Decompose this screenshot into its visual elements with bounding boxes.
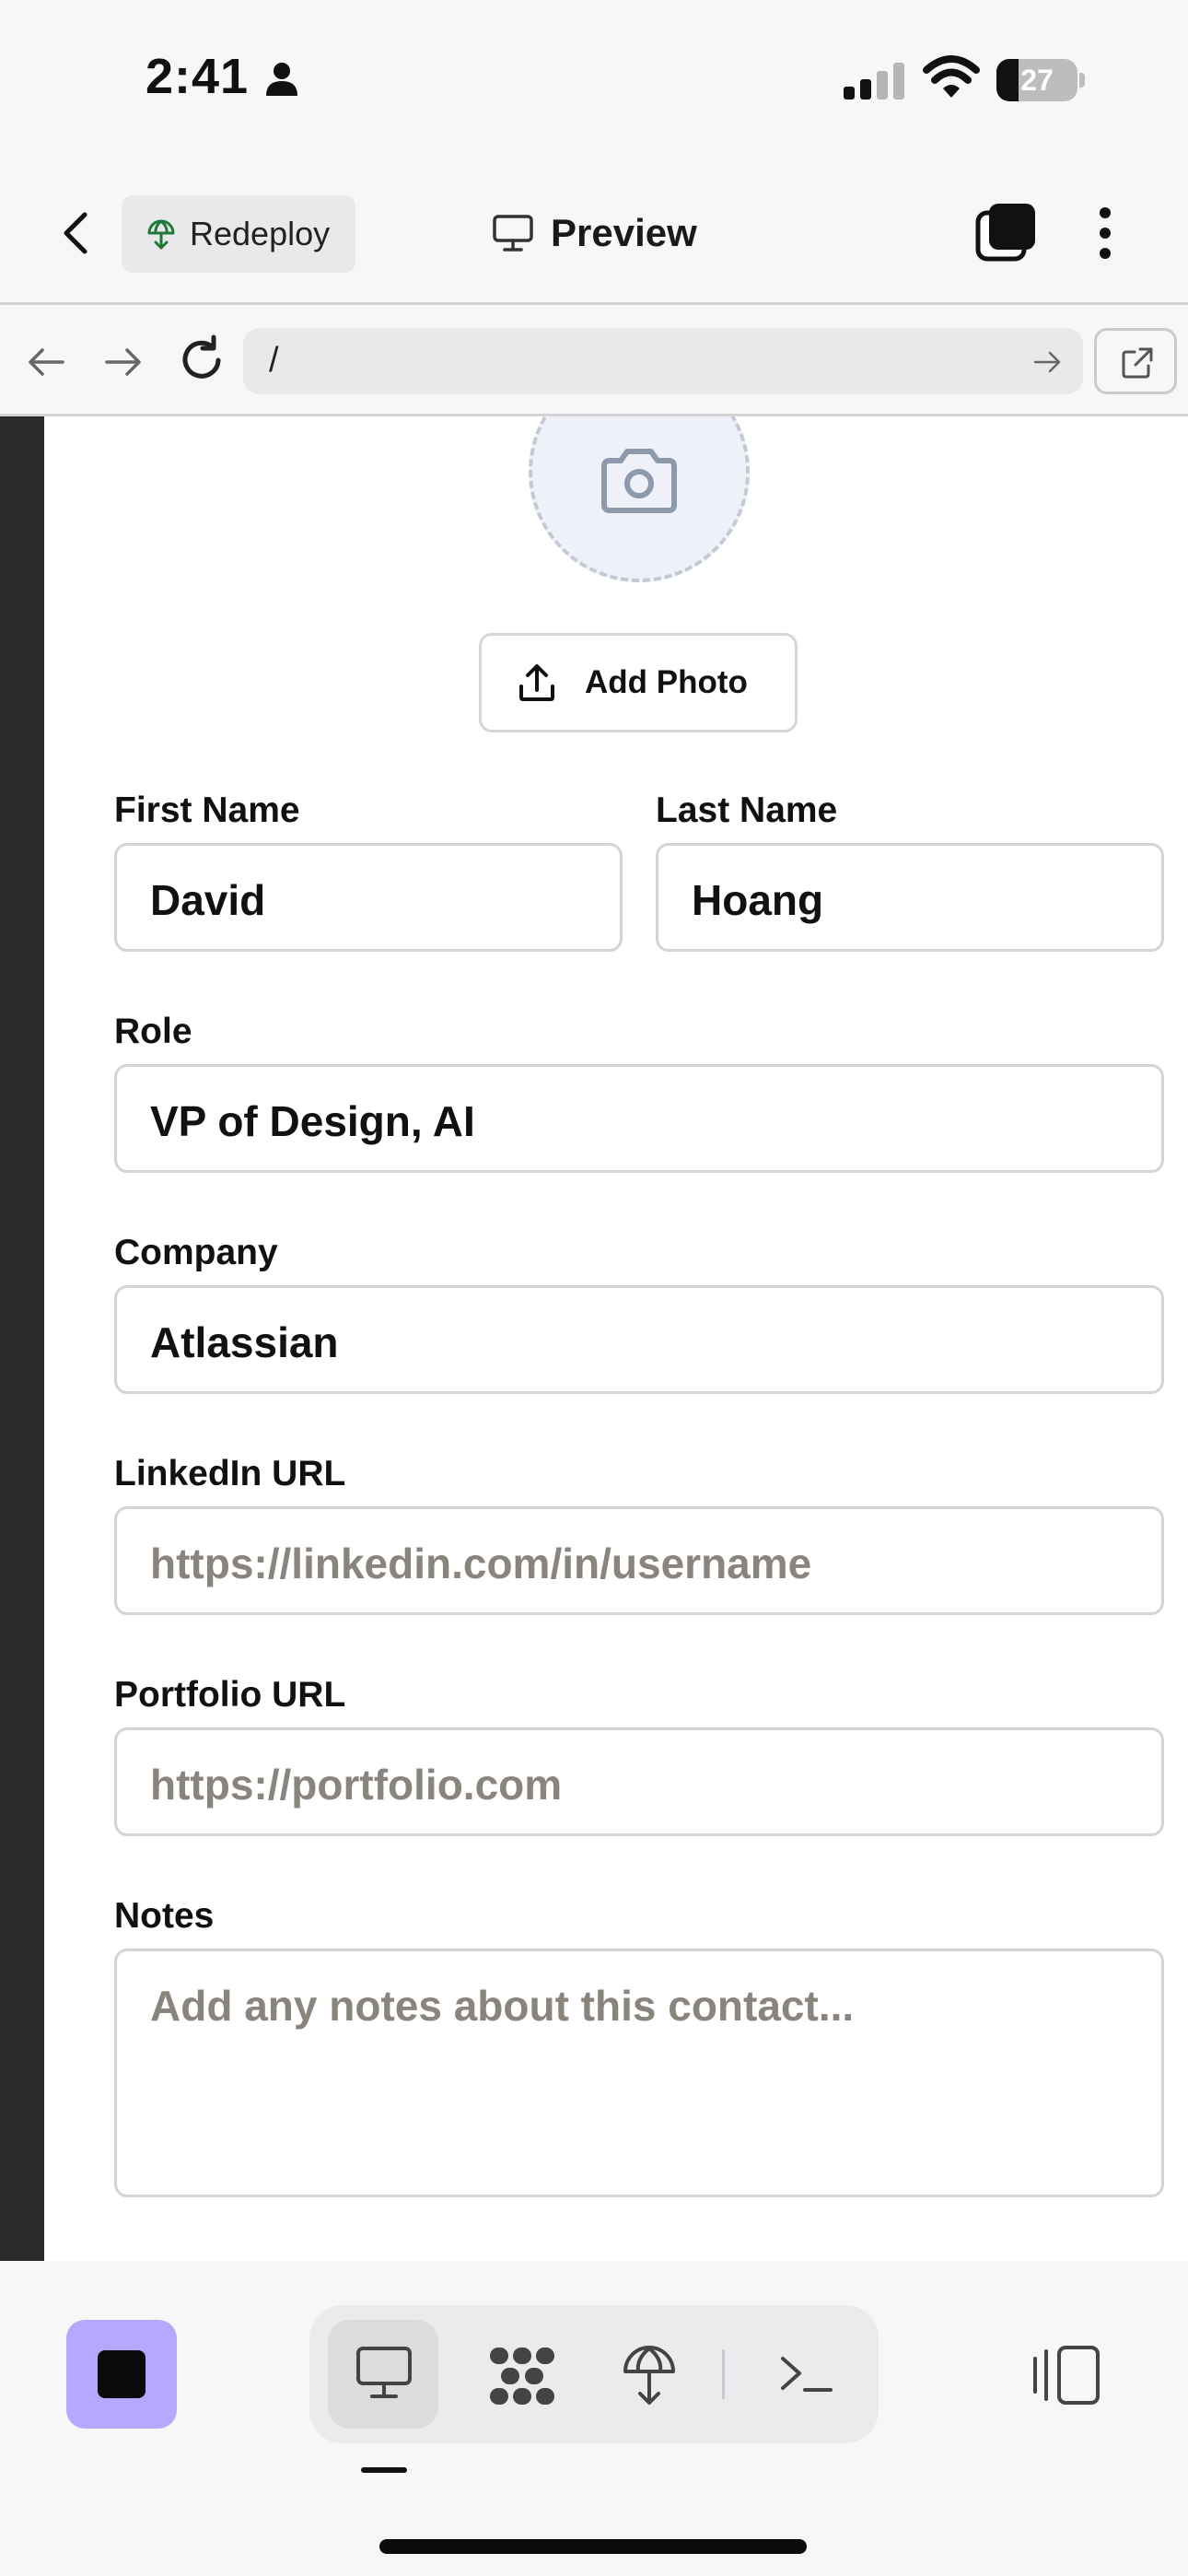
- page-title: Preview: [551, 211, 697, 254]
- terminal-icon: [781, 2357, 833, 2392]
- preview-content: Add Photo First Name David Last Name Hoa…: [44, 416, 1188, 2261]
- linkedin-placeholder: https://linkedin.com/in/username: [150, 1540, 812, 1587]
- tab-preview[interactable]: [328, 2320, 438, 2429]
- company-label: Company: [114, 1233, 278, 1272]
- last-name-label: Last Name: [656, 790, 838, 830]
- status-bar: 2:41 27: [0, 0, 1188, 161]
- person-icon: [266, 63, 297, 96]
- stop-button[interactable]: [66, 2320, 177, 2429]
- status-time: 2:41: [146, 49, 250, 104]
- tab-blocks[interactable]: [460, 2320, 571, 2429]
- first-name-field[interactable]: David: [114, 843, 623, 952]
- external-link-icon: [1122, 347, 1153, 379]
- open-external-button[interactable]: [1094, 328, 1177, 394]
- battery-percent: 27: [1020, 64, 1054, 97]
- monitor-icon: [493, 215, 533, 252]
- bottom-toolbar: [0, 2261, 1188, 2576]
- side-panel-edge: [0, 416, 44, 2261]
- add-photo-button[interactable]: Add Photo: [479, 633, 798, 732]
- portfolio-placeholder: https://portfolio.com: [150, 1761, 563, 1809]
- cellular-signal-icon: [844, 63, 904, 100]
- last-name-value: Hoang: [692, 876, 824, 924]
- url-path: /: [269, 341, 279, 380]
- portfolio-label: Portfolio URL: [114, 1675, 346, 1715]
- preview-title: Preview: [492, 198, 697, 268]
- arrow-right-icon[interactable]: [1031, 346, 1063, 378]
- panel-toggle-icon[interactable]: [1030, 2342, 1103, 2408]
- role-field[interactable]: VP of Design, AI: [114, 1064, 1164, 1173]
- linkedin-url-field[interactable]: https://linkedin.com/in/username: [114, 1506, 1164, 1615]
- toolbar-divider: [722, 2349, 725, 2399]
- home-indicator: [379, 2539, 807, 2554]
- linkedin-label: LinkedIn URL: [114, 1454, 346, 1493]
- more-vertical-icon[interactable]: [1083, 202, 1127, 264]
- camera-icon: [601, 449, 677, 513]
- notes-field[interactable]: Add any notes about this contact...: [114, 1949, 1164, 2197]
- wifi-icon: [923, 55, 980, 98]
- arrow-right-icon[interactable]: [99, 339, 146, 385]
- first-name-value: David: [150, 876, 266, 924]
- first-name-label: First Name: [114, 790, 300, 830]
- last-name-field[interactable]: Hoang: [656, 843, 1164, 952]
- monitor-icon: [356, 2347, 412, 2398]
- redeploy-button[interactable]: Redeploy: [122, 195, 355, 273]
- chevron-left-icon[interactable]: [52, 207, 103, 259]
- tab-terminal[interactable]: [750, 2320, 860, 2429]
- active-tab-indicator: [361, 2467, 407, 2473]
- add-photo-label: Add Photo: [585, 664, 748, 700]
- view-switcher: [309, 2305, 879, 2443]
- blocks-icon: [490, 2348, 554, 2405]
- deploy-icon: [147, 219, 175, 250]
- role-label: Role: [114, 1012, 192, 1051]
- app-bar: Redeploy Preview: [0, 161, 1188, 305]
- notes-label: Notes: [114, 1896, 215, 1936]
- company-field[interactable]: Atlassian: [114, 1285, 1164, 1394]
- company-value: Atlassian: [150, 1318, 339, 1366]
- role-value: VP of Design, AI: [150, 1097, 475, 1145]
- redeploy-label: Redeploy: [190, 215, 331, 252]
- arrow-left-icon[interactable]: [24, 339, 70, 385]
- notes-placeholder: Add any notes about this contact...: [150, 1982, 855, 2030]
- upload-icon: [519, 664, 554, 701]
- portfolio-url-field[interactable]: https://portfolio.com: [114, 1727, 1164, 1836]
- reload-icon[interactable]: [175, 334, 228, 387]
- battery-indicator: 27: [996, 59, 1085, 101]
- tab-deploy[interactable]: [593, 2320, 704, 2429]
- stop-icon: [98, 2350, 146, 2398]
- url-input[interactable]: /: [243, 328, 1083, 394]
- deploy-icon: [623, 2346, 675, 2405]
- tabs-icon[interactable]: [974, 202, 1037, 264]
- avatar-placeholder[interactable]: [529, 416, 750, 582]
- url-bar: /: [0, 308, 1188, 416]
